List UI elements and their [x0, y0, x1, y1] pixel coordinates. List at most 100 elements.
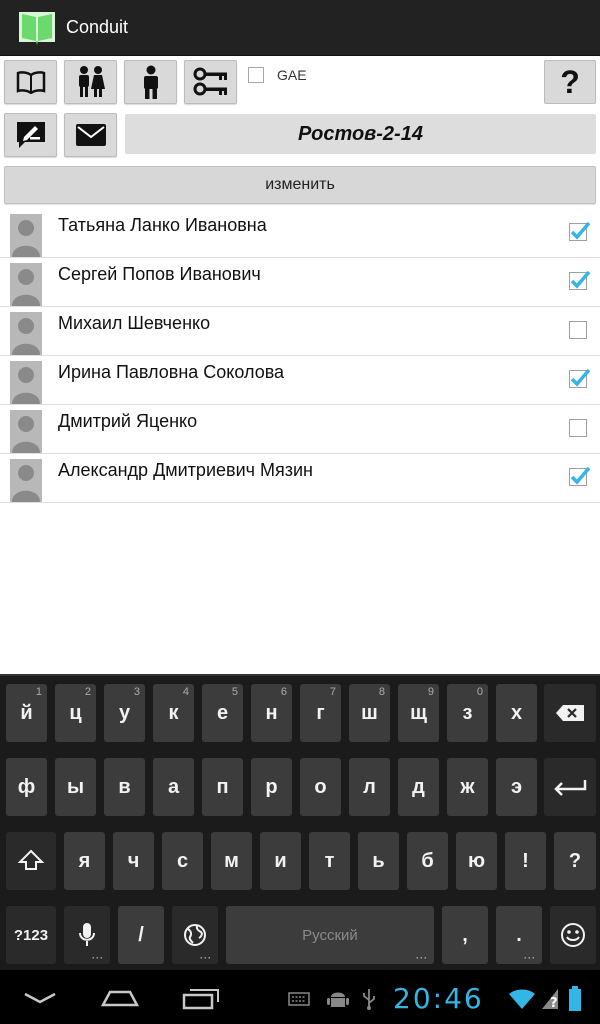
edit-button[interactable] — [4, 113, 57, 157]
key[interactable]: я — [64, 832, 105, 890]
help-button[interactable]: ? — [544, 60, 596, 104]
keyboard-status-icon — [288, 992, 310, 1006]
group-title: Ростов-2-14 — [125, 114, 596, 154]
avatar — [10, 214, 42, 257]
space-key[interactable]: Русский ··· — [226, 906, 434, 964]
key-label: у — [118, 701, 131, 724]
member-checkbox[interactable] — [569, 419, 587, 437]
microphone-icon — [79, 923, 95, 946]
keys-button[interactable] — [184, 60, 237, 104]
key-label: б — [421, 849, 434, 872]
key[interactable]: х — [496, 684, 537, 742]
key[interactable]: з0 — [447, 684, 488, 742]
member-row[interactable]: Сергей Попов Иванович — [0, 258, 600, 307]
svg-text:?: ? — [550, 996, 558, 1010]
home-icon[interactable] — [100, 988, 140, 1008]
key-hint: 6 — [280, 686, 287, 698]
emoji-key[interactable] — [550, 906, 596, 964]
avatar — [10, 410, 42, 453]
voice-key[interactable]: ··· — [64, 906, 110, 964]
shift-icon — [18, 849, 44, 870]
hide-keyboard-icon[interactable] — [22, 990, 58, 1006]
key[interactable]: р — [251, 758, 292, 816]
couple-button[interactable] — [64, 60, 117, 104]
key[interactable]: д — [398, 758, 439, 816]
long-press-dots: ··· — [92, 953, 104, 963]
member-checkbox[interactable] — [569, 270, 591, 290]
member-row[interactable]: Ирина Павловна Соколова — [0, 356, 600, 405]
change-button[interactable]: изменить — [4, 166, 596, 204]
key[interactable]: ю — [456, 832, 497, 890]
member-row[interactable]: Александр Дмитриевич Мязин — [0, 454, 600, 503]
person-button[interactable] — [124, 60, 177, 104]
android-debug-icon — [327, 992, 349, 1007]
key[interactable]: ф — [6, 758, 47, 816]
key[interactable]: ь — [358, 832, 399, 890]
key[interactable]: щ9 — [398, 684, 439, 742]
key-icon — [193, 67, 227, 96]
key[interactable]: с — [162, 832, 203, 890]
member-row[interactable]: Татьяна Ланко Ивановна — [0, 209, 600, 258]
comma-key[interactable]: , — [442, 906, 488, 964]
key[interactable]: т — [309, 832, 350, 890]
key[interactable]: ц2 — [55, 684, 96, 742]
key[interactable]: б — [407, 832, 448, 890]
backspace-key[interactable] — [544, 684, 596, 742]
key[interactable]: о — [300, 758, 341, 816]
key[interactable]: у3 — [104, 684, 145, 742]
signal-unknown-icon: ? — [542, 989, 558, 1010]
key[interactable]: ч — [113, 832, 154, 890]
key[interactable]: к4 — [153, 684, 194, 742]
key-label: р — [265, 775, 278, 798]
period-key-label: . — [516, 923, 522, 946]
key[interactable]: п — [202, 758, 243, 816]
key[interactable]: э — [496, 758, 537, 816]
long-press-dots: ··· — [416, 953, 428, 963]
member-checkbox[interactable] — [569, 321, 587, 339]
key-hint: 8 — [378, 686, 385, 698]
key[interactable]: ш8 — [349, 684, 390, 742]
slash-key[interactable]: / — [118, 906, 164, 964]
key-label: т — [324, 849, 335, 872]
app-book-icon[interactable] — [18, 10, 56, 46]
member-row[interactable]: Михаил Шевченко — [0, 307, 600, 356]
checkmark-icon — [570, 270, 591, 289]
wifi-icon — [509, 989, 535, 1009]
key[interactable]: а — [153, 758, 194, 816]
key[interactable]: л — [349, 758, 390, 816]
gae-label: GAE — [277, 67, 307, 83]
key-hint: 0 — [476, 686, 483, 698]
key[interactable]: м — [211, 832, 252, 890]
key[interactable]: й1 — [6, 684, 47, 742]
key[interactable]: ! — [505, 832, 546, 890]
key[interactable]: г7 — [300, 684, 341, 742]
key[interactable]: е5 — [202, 684, 243, 742]
member-checkbox[interactable] — [569, 466, 591, 486]
key[interactable]: ы — [55, 758, 96, 816]
key-label: д — [412, 775, 425, 798]
key-label: с — [176, 849, 189, 872]
language-key[interactable]: ··· — [172, 906, 218, 964]
key[interactable]: н6 — [251, 684, 292, 742]
key[interactable]: и — [260, 832, 301, 890]
period-key[interactable]: . ··· — [496, 906, 542, 964]
book-button[interactable] — [4, 60, 57, 104]
soft-keyboard: ?123 ··· / ··· Русский ··· , . ··· й1ц2у… — [0, 674, 600, 970]
edit-note-icon — [16, 122, 45, 148]
shift-key[interactable] — [6, 832, 56, 890]
member-name: Александр Дмитриевич Мязин — [58, 460, 313, 480]
member-row[interactable]: Дмитрий Яценко — [0, 405, 600, 454]
mail-button[interactable] — [64, 113, 117, 157]
member-checkbox[interactable] — [569, 368, 591, 388]
symbols-key[interactable]: ?123 — [6, 906, 56, 964]
key-hint: 2 — [84, 686, 91, 698]
member-checkbox[interactable] — [569, 221, 591, 241]
key[interactable]: ж — [447, 758, 488, 816]
key[interactable]: ? — [554, 832, 596, 890]
key-label: ж — [460, 775, 475, 798]
enter-key[interactable] — [544, 758, 596, 816]
mail-icon — [75, 124, 106, 146]
recent-apps-icon[interactable] — [182, 988, 220, 1010]
gae-checkbox[interactable] — [248, 67, 264, 83]
key[interactable]: в — [104, 758, 145, 816]
